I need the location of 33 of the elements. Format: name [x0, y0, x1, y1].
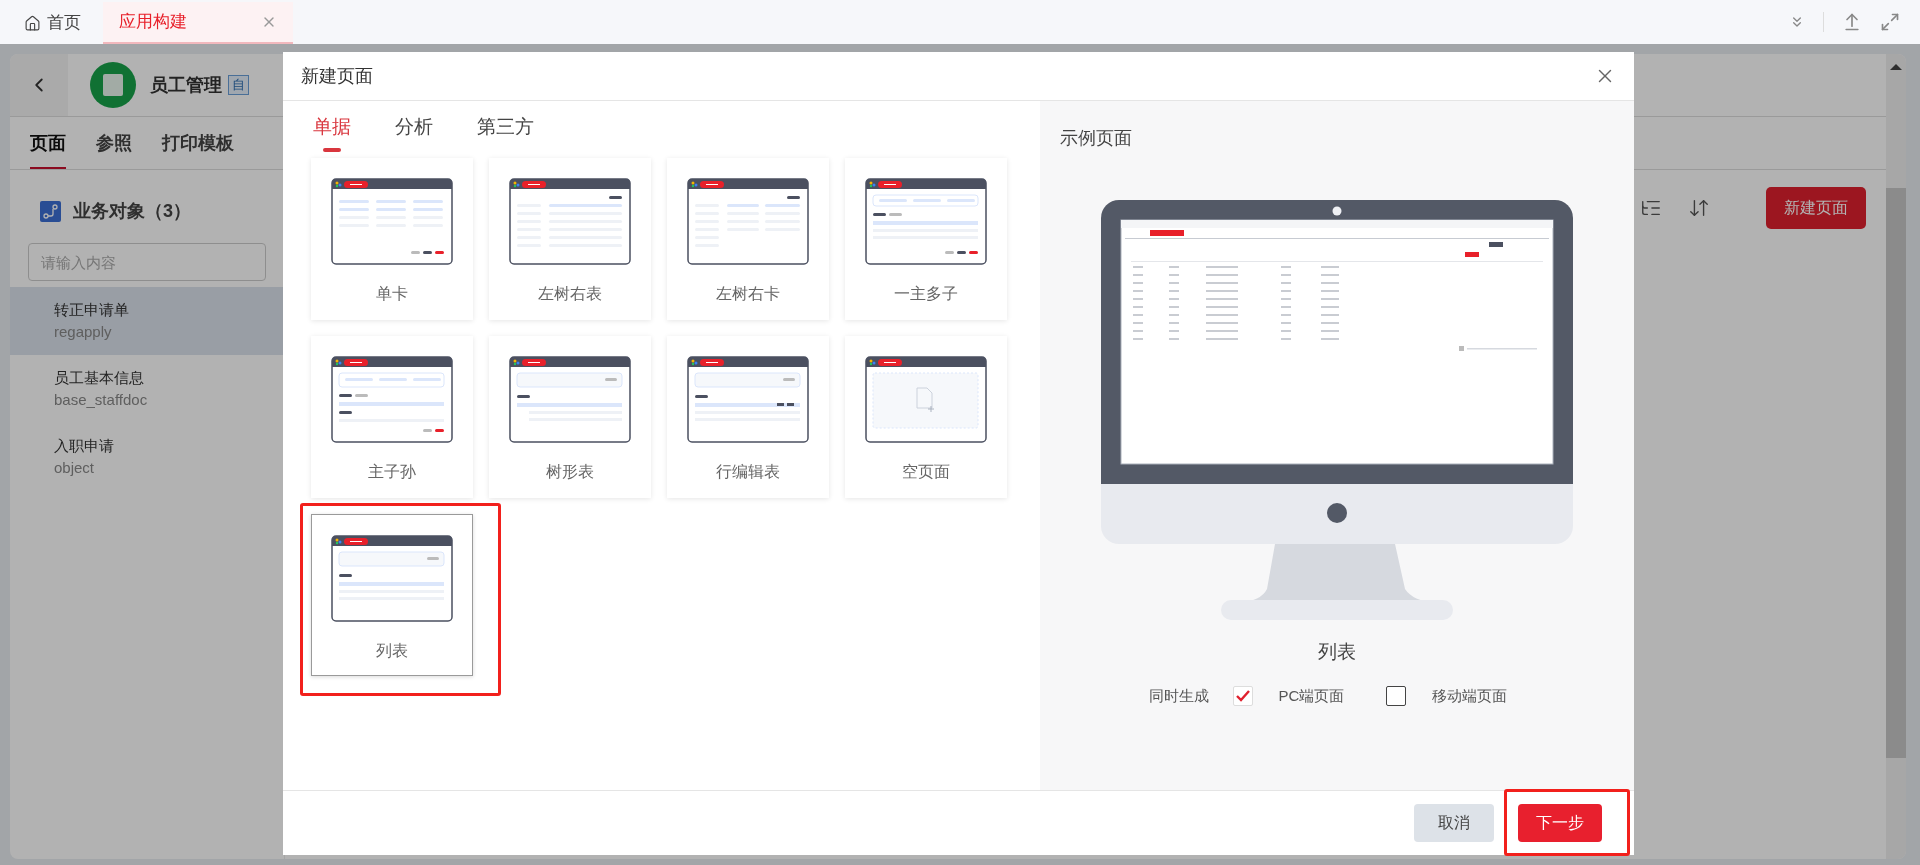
template-card[interactable]: 主子孙: [311, 335, 473, 498]
section-title: 业务对象（3）: [73, 200, 191, 223]
dialog-button[interactable]: 取消: [1414, 804, 1494, 842]
object-item[interactable]: 入职申请 object: [10, 423, 284, 491]
dialog-title: 新建页面: [301, 64, 373, 88]
option-label: 移动端页面: [1432, 685, 1508, 706]
app-tab[interactable]: 打印模板: [162, 130, 234, 169]
search-field[interactable]: 请输入内容: [28, 243, 266, 281]
generate-label: 同时生成: [1148, 685, 1209, 706]
page-tab[interactable]: 首页: [20, 2, 85, 44]
template-card[interactable]: 行编辑表: [667, 335, 829, 498]
template-card[interactable]: 树形表: [489, 335, 651, 498]
app-tab[interactable]: 参照: [96, 130, 132, 169]
template-tab[interactable]: 第三方: [477, 113, 534, 152]
template-card[interactable]: 列表: [311, 513, 473, 676]
template-tab[interactable]: 分析: [395, 113, 433, 152]
app-title: 员工管理: [150, 73, 222, 97]
object-item[interactable]: 员工基本信息 base_staffdoc: [10, 355, 284, 423]
template-card[interactable]: 一主多子: [845, 157, 1007, 320]
dialog-button[interactable]: 下一步: [1518, 804, 1602, 842]
page-tab[interactable]: 应用构建: [103, 2, 293, 44]
template-card[interactable]: 单卡: [311, 157, 473, 320]
app-badge: 自: [228, 75, 249, 95]
template-name: 列表: [1318, 640, 1356, 664]
object-item[interactable]: 转正申请单 regapply: [10, 287, 284, 355]
option-label: PC端页面: [1278, 685, 1345, 706]
app-tab[interactable]: 页面: [30, 130, 66, 169]
preview-title: 示例页面: [1060, 127, 1132, 150]
template-card[interactable]: 左树右卡: [667, 157, 829, 320]
new-page-button[interactable]: 新建页面: [1766, 187, 1866, 229]
template-card[interactable]: 左树右表: [489, 157, 651, 320]
template-card[interactable]: 空页面: [845, 335, 1007, 498]
template-tab[interactable]: 单据: [313, 113, 351, 152]
